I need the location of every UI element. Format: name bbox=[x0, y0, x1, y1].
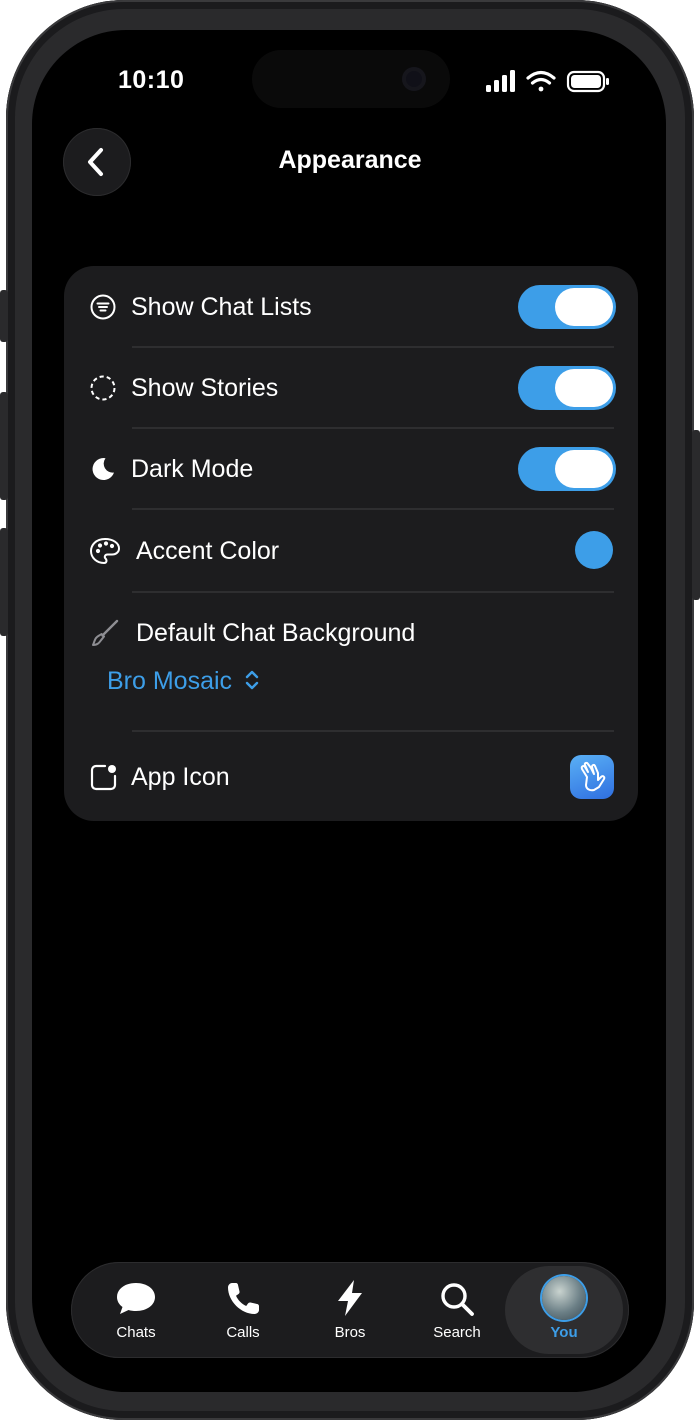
chat-bubble-icon bbox=[117, 1283, 155, 1314]
paintbrush-icon bbox=[90, 618, 120, 653]
volume-down-button bbox=[0, 528, 8, 636]
wifi-icon bbox=[526, 70, 556, 92]
show-stories-label: Show Stories bbox=[131, 374, 279, 402]
status-time: 10:10 bbox=[118, 66, 185, 94]
phone-icon bbox=[228, 1283, 259, 1314]
camera-icon bbox=[402, 67, 426, 91]
show-chat-lists-label: Show Chat Lists bbox=[131, 293, 312, 321]
accent-color-swatch[interactable] bbox=[575, 531, 613, 569]
app-icon-preview[interactable] bbox=[570, 755, 614, 799]
default-chat-background-label: Default Chat Background bbox=[136, 619, 416, 647]
chat-background-picker[interactable]: Bro Mosaic bbox=[107, 667, 261, 699]
app-icon-label: App Icon bbox=[131, 763, 230, 791]
app-icon-glyph bbox=[90, 763, 118, 796]
volume-up-button bbox=[0, 392, 8, 500]
shaka-hand-icon bbox=[580, 761, 606, 792]
chevron-up-down-icon bbox=[245, 670, 258, 690]
row-default-chat-background bbox=[64, 593, 638, 730]
lightning-icon bbox=[338, 1280, 362, 1316]
stories-icon bbox=[90, 375, 116, 406]
tab-bros[interactable]: Bros bbox=[300, 1262, 400, 1358]
dark-mode-toggle[interactable] bbox=[518, 447, 616, 491]
chat-background-value: Bro Mosaic bbox=[107, 667, 233, 695]
show-stories-toggle[interactable] bbox=[518, 366, 616, 410]
dark-mode-label: Dark Mode bbox=[131, 455, 254, 483]
moon-icon bbox=[90, 456, 116, 487]
action-button bbox=[0, 290, 8, 342]
tab-label: Search bbox=[433, 1324, 481, 1341]
show-chat-lists-toggle[interactable] bbox=[518, 285, 616, 329]
tab-chats[interactable]: Chats bbox=[86, 1262, 186, 1358]
tab-you[interactable]: You bbox=[505, 1266, 623, 1354]
tab-label: Calls bbox=[226, 1324, 260, 1341]
search-icon bbox=[441, 1283, 474, 1316]
accent-color-label: Accent Color bbox=[136, 537, 280, 565]
tab-label: Chats bbox=[116, 1324, 156, 1341]
tab-bar: Chats Calls Bros Search You bbox=[71, 1262, 629, 1358]
dynamic-island bbox=[252, 50, 450, 108]
tab-label: You bbox=[550, 1324, 578, 1341]
palette-icon bbox=[89, 537, 121, 570]
status-icons bbox=[486, 68, 610, 101]
page-title: Appearance bbox=[278, 146, 422, 174]
tab-search[interactable]: Search bbox=[407, 1262, 507, 1358]
tab-label: Bros bbox=[334, 1324, 366, 1341]
power-button bbox=[692, 430, 700, 600]
chat-list-icon bbox=[90, 294, 116, 325]
avatar bbox=[542, 1276, 586, 1320]
battery-icon bbox=[566, 70, 609, 93]
tab-calls[interactable]: Calls bbox=[193, 1262, 293, 1358]
signal-icon bbox=[486, 70, 515, 92]
